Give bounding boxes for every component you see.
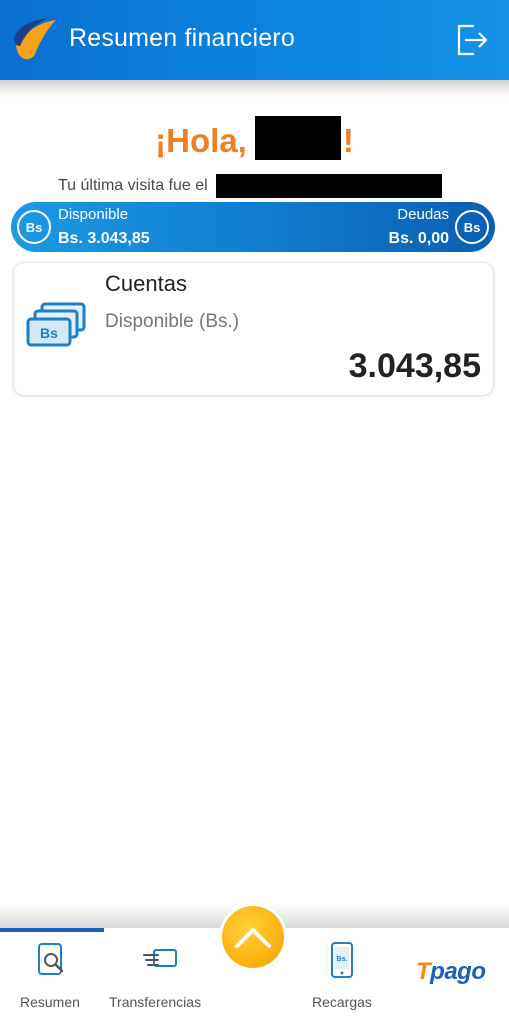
accounts-title: Cuentas bbox=[105, 271, 187, 296]
header-shadow bbox=[0, 80, 509, 98]
transfer-icon bbox=[143, 949, 177, 967]
last-visit-label: Tu última visita fue el bbox=[58, 177, 208, 194]
greeting: ¡Hola,! bbox=[0, 116, 509, 160]
available-value: Bs. 3.043,85 bbox=[58, 230, 150, 247]
greeting-exclamation: ! bbox=[342, 122, 354, 159]
bs-currency-icon: Bs bbox=[17, 210, 51, 244]
phone-icon-text: Bs. bbox=[337, 956, 348, 963]
greeting-text: ¡Hola, bbox=[155, 122, 247, 159]
page-title: Resumen financiero bbox=[69, 24, 295, 52]
tpago-logo-rest: pago bbox=[430, 958, 486, 985]
balance-summary-bar: Bs Disponible Bs. 3.043,85 Deudas Bs. 0,… bbox=[11, 202, 495, 252]
accounts-card[interactable]: Bs Cuentas Disponible (Bs.) 3.043,85 bbox=[14, 263, 493, 395]
tpago-logo-t: T bbox=[416, 958, 431, 985]
logout-button[interactable] bbox=[452, 20, 492, 60]
bills-icon-text: Bs bbox=[40, 325, 58, 341]
bs-currency-icon: Bs bbox=[455, 210, 489, 244]
nav-label-recargas: Recargas bbox=[312, 994, 372, 1010]
chevron-up-icon bbox=[235, 928, 271, 948]
redacted-date bbox=[215, 174, 442, 198]
bank-logo bbox=[14, 18, 56, 60]
last-visit: Tu última visita fue el bbox=[58, 174, 442, 198]
nav-label-resumen: Resumen bbox=[20, 994, 80, 1010]
nav-item-transferencias[interactable]: Transferencias bbox=[104, 928, 214, 1024]
expand-menu-button[interactable] bbox=[222, 906, 284, 968]
debts-value: Bs. 0,00 bbox=[388, 230, 449, 247]
mobile-recharge-icon: Bs. bbox=[331, 942, 353, 978]
tpago-logo[interactable]: Tpago bbox=[416, 958, 486, 986]
nav-label-transferencias: Transferencias bbox=[109, 994, 202, 1010]
app-header: Resumen financiero bbox=[0, 0, 509, 80]
nav-item-resumen[interactable]: Resumen bbox=[0, 928, 104, 1024]
accounts-subtitle: Disponible (Bs.) bbox=[105, 311, 240, 332]
accounts-amount: 3.043,85 bbox=[348, 347, 481, 385]
search-document-icon bbox=[38, 943, 64, 975]
logout-icon bbox=[457, 24, 488, 56]
nav-item-recargas[interactable]: Bs. Recargas bbox=[300, 928, 390, 1024]
redacted-name bbox=[254, 116, 341, 160]
debts-label: Deudas bbox=[397, 206, 449, 223]
bs-bills-icon: Bs bbox=[26, 302, 86, 347]
available-label: Disponible bbox=[58, 206, 129, 223]
